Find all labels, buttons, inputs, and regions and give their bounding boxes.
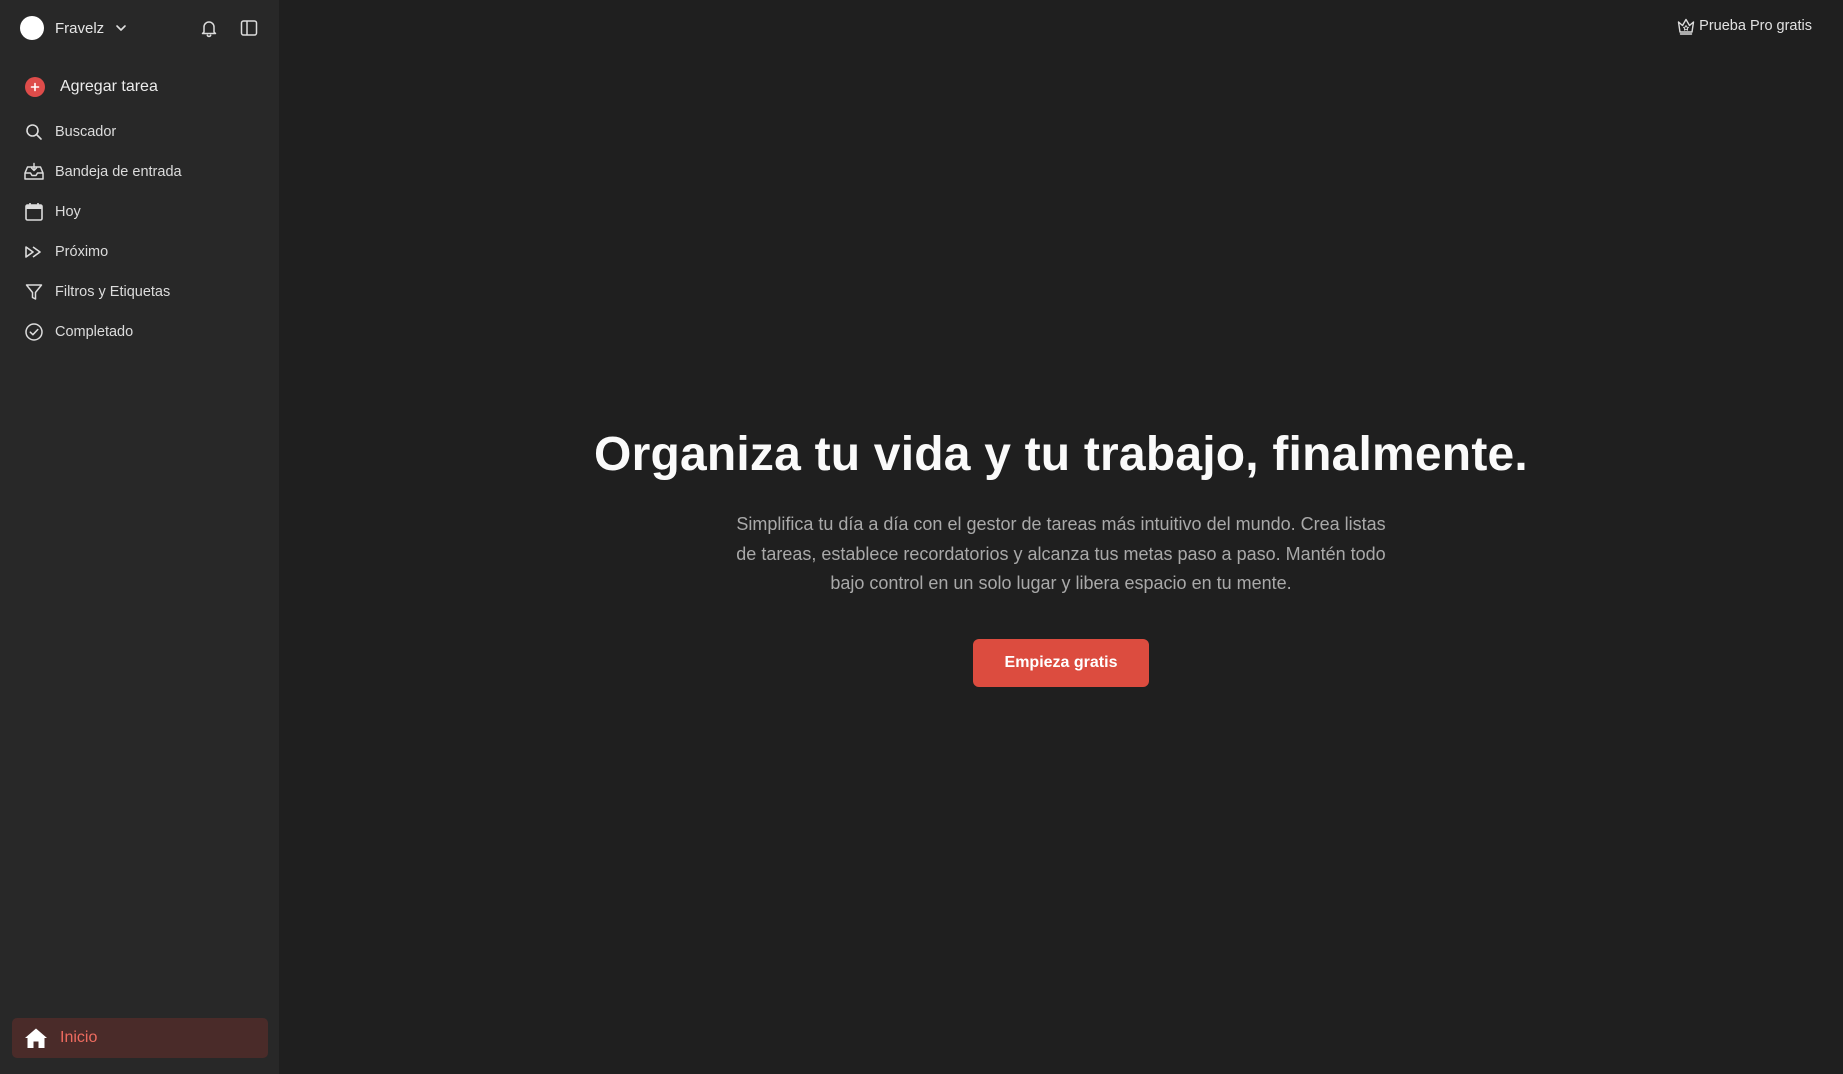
sidebar-item-completed[interactable]: Completado: [0, 312, 279, 352]
sidebar: Fravelz Agregar tarea Buscador Bandeja d…: [0, 0, 279, 1074]
add-task-button[interactable]: Agregar tarea: [0, 72, 279, 102]
sidebar-item-label: Bandeja de entrada: [55, 164, 182, 180]
sidebar-item-search[interactable]: Buscador: [0, 112, 279, 152]
sidebar-toggle-icon[interactable]: [237, 16, 261, 40]
app-root: Fravelz Agregar tarea Buscador Bandeja d…: [0, 0, 1843, 1074]
sidebar-item-home[interactable]: Inicio: [12, 1018, 268, 1058]
sidebar-header: Fravelz: [0, 0, 279, 56]
home-icon: [24, 1027, 48, 1049]
crown-icon: [1676, 16, 1696, 36]
filter-icon: [23, 281, 45, 303]
chevron-down-icon: [114, 21, 128, 35]
sidebar-item-label: Hoy: [55, 204, 81, 220]
calendar-icon: [23, 201, 45, 223]
sidebar-item-filters[interactable]: Filtros y Etiquetas: [0, 272, 279, 312]
sidebar-item-inbox[interactable]: Bandeja de entrada: [0, 152, 279, 192]
hero-description: Simplifica tu día a día con el gestor de…: [736, 514, 1386, 593]
hero-title: Organiza tu vida y tu trabajo, finalment…: [594, 428, 1528, 481]
bell-icon[interactable]: [197, 16, 221, 40]
main-content: Prueba Pro gratis Organiza tu vida y tu …: [279, 0, 1843, 1074]
account-name: Fravelz: [55, 19, 105, 37]
account-switcher[interactable]: Fravelz: [20, 16, 128, 40]
hero-section: Organiza tu vida y tu trabajo, finalment…: [279, 424, 1843, 687]
sidebar-item-label: Filtros y Etiquetas: [55, 284, 171, 300]
sidebar-item-upcoming[interactable]: Próximo: [0, 232, 279, 272]
sidebar-nav: Agregar tarea Buscador Bandeja de entrad…: [0, 56, 279, 352]
search-icon: [23, 121, 45, 143]
sidebar-item-today[interactable]: Hoy: [0, 192, 279, 232]
sidebar-item-label: Completado: [55, 324, 134, 340]
sidebar-item-label: Buscador: [55, 124, 117, 140]
try-pro-button[interactable]: Prueba Pro gratis: [1676, 16, 1812, 36]
try-pro-label: Prueba Pro gratis: [1699, 18, 1812, 34]
check-circle-icon: [23, 321, 45, 343]
avatar: [20, 16, 44, 40]
upcoming-icon: [23, 241, 45, 263]
inbox-icon: [23, 161, 45, 183]
add-task-label: Agregar tarea: [60, 78, 158, 95]
plus-icon: [25, 77, 45, 97]
start-free-button[interactable]: Empieza gratis: [972, 638, 1150, 687]
home-label: Inicio: [60, 1029, 98, 1046]
sidebar-item-label: Próximo: [55, 244, 109, 260]
